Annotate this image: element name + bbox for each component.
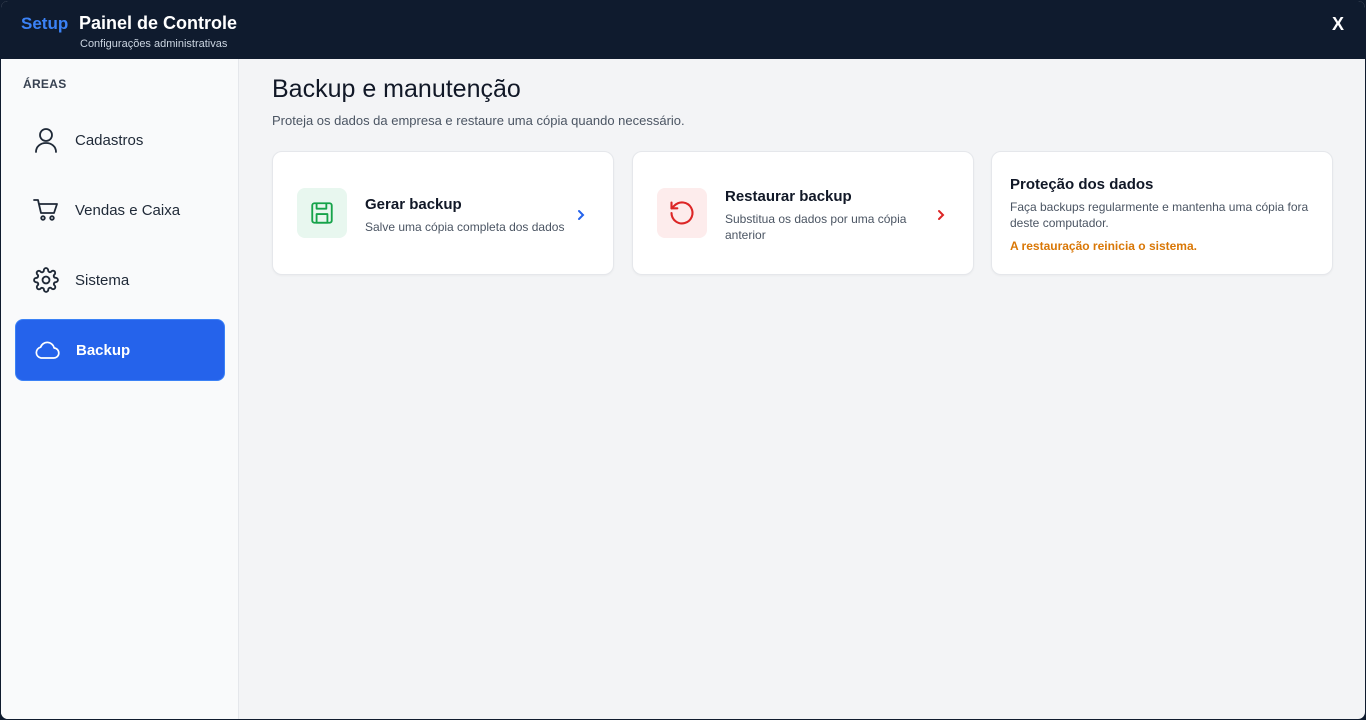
user-icon [33, 127, 59, 153]
sidebar-item-vendas[interactable]: Vendas e Caixa [15, 179, 225, 241]
sidebar-item-label: Cadastros [75, 131, 144, 149]
card-description: Salve uma cópia completa dos dados [365, 220, 565, 234]
floppy-disk-icon [297, 188, 347, 238]
cart-icon [33, 197, 59, 223]
page-title: Backup e manutenção [272, 75, 521, 103]
control-panel-window: Setup Painel de Controle Configurações a… [0, 0, 1366, 720]
sidebar-item-label: Sistema [75, 271, 130, 289]
cloud-icon [34, 337, 60, 363]
info-description: Faça backups regularmente e mantenha uma… [1010, 200, 1309, 230]
data-protection-info-card: Proteção dos dados Faça backups regularm… [991, 151, 1333, 275]
card-title: Gerar backup [365, 196, 462, 213]
restore-warning: A restauração reinicia o sistema. [1010, 239, 1197, 253]
sidebar-item-label: Vendas e Caixa [75, 201, 181, 219]
gear-icon [33, 267, 59, 293]
card-title: Restaurar backup [725, 188, 852, 205]
info-title: Proteção dos dados [1010, 176, 1154, 193]
generate-backup-card[interactable]: Gerar backup Salve uma cópia completa do… [272, 151, 614, 275]
app-subtitle: Configurações administrativas [80, 38, 228, 50]
sidebar-heading: ÁREAS [23, 77, 67, 91]
chevron-right-icon [935, 208, 947, 220]
restore-icon [657, 188, 707, 238]
page-subtitle: Proteja os dados da empresa e restaure u… [272, 113, 685, 128]
app-title: Painel de Controle [79, 13, 238, 33]
sidebar-item-sistema[interactable]: Sistema [15, 249, 225, 311]
restore-backup-card[interactable]: Restaurar backup Substitua os dados por … [632, 151, 974, 275]
card-description: Substitua os dados por uma cópia anterio… [725, 212, 907, 242]
sidebar-item-label: Backup [76, 341, 131, 359]
chevron-right-icon [575, 208, 587, 220]
sidebar-item-cadastros[interactable]: Cadastros [15, 109, 225, 171]
sidebar: ÁREAS Cadastros Vendas e Caixa Sistema B… [1, 59, 239, 719]
main-content: Backup e manutenção Proteja os dados da … [240, 59, 1365, 719]
brand-label: Setup [21, 14, 69, 33]
close-button[interactable]: X [1327, 13, 1349, 35]
sidebar-item-backup[interactable]: Backup [15, 319, 225, 381]
header-bar: Setup Painel de Controle Configurações a… [1, 1, 1365, 59]
